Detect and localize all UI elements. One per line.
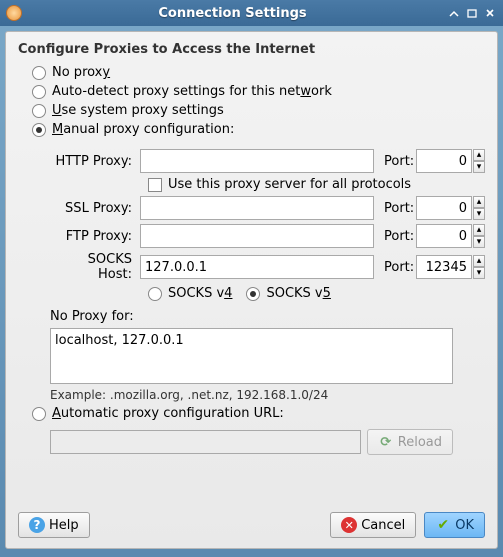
window-title: Connection Settings xyxy=(22,6,443,21)
http-port-input[interactable] xyxy=(416,149,472,173)
ssl-port-input[interactable] xyxy=(416,196,472,220)
radio-system-proxy[interactable]: Use system proxy settings xyxy=(32,103,485,118)
ok-label: OK xyxy=(455,518,474,533)
radio-label: Auto-detect proxy settings for this netw… xyxy=(52,84,332,99)
ok-button[interactable]: ✔ OK xyxy=(424,512,485,538)
socks-host-input[interactable] xyxy=(140,255,374,279)
use-all-protocols-checkbox[interactable] xyxy=(148,178,162,192)
minimize-button[interactable] xyxy=(447,6,461,20)
spinner-up-icon[interactable]: ▴ xyxy=(473,149,485,161)
close-button[interactable] xyxy=(483,6,497,20)
http-proxy-label: HTTP Proxy: xyxy=(50,154,140,169)
radio-icon[interactable] xyxy=(32,66,46,80)
firefox-icon xyxy=(6,5,22,21)
radio-label: SOCKS v5 xyxy=(266,286,330,301)
reload-icon: ⟳ xyxy=(378,434,394,450)
ftp-port-input[interactable] xyxy=(416,224,472,248)
help-icon: ? xyxy=(29,517,45,533)
help-button[interactable]: ? Help xyxy=(18,512,90,538)
radio-label: SOCKS v4 xyxy=(168,286,232,301)
use-all-protocols-checkbox-row[interactable]: Use this proxy server for all protocols xyxy=(148,177,485,192)
use-all-protocols-label: Use this proxy server for all protocols xyxy=(168,177,411,192)
radio-icon[interactable] xyxy=(32,123,46,137)
ftp-proxy-label: FTP Proxy: xyxy=(50,229,140,244)
radio-label: Manual proxy configuration: xyxy=(52,122,234,137)
radio-no-proxy[interactable]: No proxy xyxy=(32,65,485,80)
no-proxy-example: Example: .mozilla.org, .net.nz, 192.168.… xyxy=(50,388,485,402)
spinner-down-icon[interactable]: ▾ xyxy=(473,236,485,248)
auto-config-url-input xyxy=(50,430,361,454)
radio-icon[interactable] xyxy=(148,287,162,301)
ftp-port-spinner[interactable]: ▴▾ xyxy=(473,224,485,248)
socks-host-label: SOCKS Host: xyxy=(50,252,140,282)
spinner-up-icon[interactable]: ▴ xyxy=(473,255,485,267)
radio-label: No proxy xyxy=(52,65,110,80)
http-proxy-input[interactable] xyxy=(140,149,374,173)
cancel-label: Cancel xyxy=(361,518,405,533)
radio-label: Use system proxy settings xyxy=(52,103,224,118)
radio-socks-v4[interactable]: SOCKS v4 xyxy=(148,286,232,301)
ftp-proxy-input[interactable] xyxy=(140,224,374,248)
no-proxy-for-label: No Proxy for: xyxy=(50,309,485,324)
http-port-spinner[interactable]: ▴▾ xyxy=(473,149,485,173)
proxy-grid: HTTP Proxy: Port: ▴▾ Use this proxy serv… xyxy=(50,145,485,307)
port-label: Port: xyxy=(374,154,416,169)
radio-label: Automatic proxy configuration URL: xyxy=(52,406,284,421)
ssl-proxy-input[interactable] xyxy=(140,196,374,220)
radio-auto-config-url[interactable]: Automatic proxy configuration URL: xyxy=(32,406,485,421)
reload-label: Reload xyxy=(398,435,442,450)
ssl-proxy-label: SSL Proxy: xyxy=(50,201,140,216)
titlebar: Connection Settings xyxy=(0,0,503,26)
ssl-port-spinner[interactable]: ▴▾ xyxy=(473,196,485,220)
socks-port-input[interactable] xyxy=(416,255,472,279)
port-label: Port: xyxy=(374,201,416,216)
spinner-down-icon[interactable]: ▾ xyxy=(473,161,485,173)
spinner-down-icon[interactable]: ▾ xyxy=(473,267,485,279)
maximize-button[interactable] xyxy=(465,6,479,20)
help-label: Help xyxy=(49,518,79,533)
spinner-up-icon[interactable]: ▴ xyxy=(473,196,485,208)
ok-icon: ✔ xyxy=(435,517,451,533)
radio-socks-v5[interactable]: SOCKS v5 xyxy=(246,286,330,301)
radio-icon[interactable] xyxy=(32,85,46,99)
dialog-footer: ? Help ✕ Cancel ✔ OK xyxy=(18,502,485,538)
radio-auto-detect[interactable]: Auto-detect proxy settings for this netw… xyxy=(32,84,485,99)
socks-port-spinner[interactable]: ▴▾ xyxy=(473,255,485,279)
radio-icon[interactable] xyxy=(32,407,46,421)
port-label: Port: xyxy=(374,260,416,275)
cancel-icon: ✕ xyxy=(341,517,357,533)
radio-manual-proxy[interactable]: Manual proxy configuration: xyxy=(32,122,485,137)
port-label: Port: xyxy=(374,229,416,244)
spinner-up-icon[interactable]: ▴ xyxy=(473,224,485,236)
radio-icon[interactable] xyxy=(32,104,46,118)
connection-settings-dialog: Configure Proxies to Access the Internet… xyxy=(5,31,498,549)
spinner-down-icon[interactable]: ▾ xyxy=(473,208,485,220)
section-title: Configure Proxies to Access the Internet xyxy=(18,42,485,57)
no-proxy-for-input[interactable] xyxy=(50,328,453,384)
cancel-button[interactable]: ✕ Cancel xyxy=(330,512,416,538)
reload-button: ⟳ Reload xyxy=(367,429,453,455)
radio-icon[interactable] xyxy=(246,287,260,301)
